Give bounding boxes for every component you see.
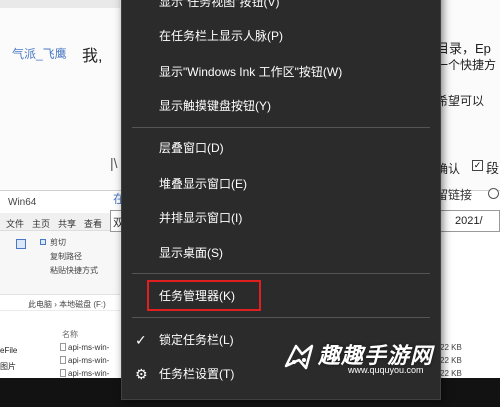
paragraph-checkbox[interactable]: ✓ (472, 160, 483, 171)
menu-separator (132, 127, 430, 128)
editor-cursor-text: |\ (110, 155, 118, 171)
menu-item-cascade-windows[interactable]: 层叠窗口(D) (122, 135, 440, 161)
menu-separator (132, 317, 430, 318)
file-icon (60, 343, 66, 351)
menu-item-label: 层叠窗口(D) (159, 141, 224, 155)
explorer-tab-home[interactable]: 主页 (32, 217, 50, 230)
address-this-pc[interactable]: 此电脑 (28, 300, 52, 309)
menu-item-label: 显示桌面(S) (159, 246, 223, 260)
file-icon (60, 356, 66, 364)
menu-item-show-ink-workspace[interactable]: 显示"Windows Ink 工作区"按钮(W) (122, 59, 440, 85)
explorer-tab-share[interactable]: 共享 (58, 217, 76, 230)
explorer-address-bar[interactable]: 此电脑 › 本地磁盘 (F:) (0, 297, 120, 311)
cut-icon[interactable] (40, 239, 46, 245)
file-row[interactable]: api-ms-win- (68, 343, 109, 352)
page-top-bar (0, 0, 120, 8)
menu-separator (132, 273, 430, 274)
sidebar-item[interactable]: 图片 (0, 361, 16, 372)
menu-item-label: 并排显示窗口(I) (159, 211, 243, 225)
file-size: 22 KB (440, 343, 462, 352)
address-drive[interactable]: 本地磁盘 (F:) (59, 300, 106, 309)
gear-icon: ⚙ (135, 366, 148, 382)
explorer-tab-view[interactable]: 查看 (84, 217, 102, 230)
forum-post-text-right-3: 希望可以 (436, 94, 485, 108)
column-header-name[interactable]: 名称 (62, 329, 78, 340)
forum-username-link[interactable]: 气派_飞鹰 (12, 45, 67, 62)
forum-post-text-right-2: 一个快捷方 (436, 58, 497, 72)
sidebar-item[interactable]: eFile (0, 346, 17, 355)
file-size: 22 KB (440, 369, 462, 378)
file-row[interactable]: api-ms-win- (68, 356, 109, 365)
paste-icon[interactable] (16, 239, 26, 249)
forum-post-text-right-1: 目录，Ep (436, 41, 491, 56)
menu-item-show-touch-keyboard[interactable]: 显示触摸键盘按钮(Y) (122, 93, 440, 119)
date-input[interactable]: 2021/ (436, 210, 500, 232)
ribbon-cut[interactable]: 剪切 (50, 237, 66, 248)
menu-item-label: 在任务栏上显示人脉(P) (159, 29, 283, 43)
menu-item-label: 显示"任务视图"按钮(V) (159, 0, 280, 9)
menu-item-label: 任务栏设置(T) (159, 367, 235, 381)
file-icon (60, 369, 66, 377)
explorer-ribbon: 剪切 复制路径 粘贴快捷方式 (0, 231, 120, 295)
check-icon: ✓ (135, 332, 147, 348)
forum-post-text: 我, (82, 48, 103, 65)
menu-item-label: 显示触摸键盘按钮(Y) (159, 99, 271, 113)
watermark-logo-icon (284, 344, 314, 370)
menu-item-stack-windows[interactable]: 堆叠显示窗口(E) (122, 171, 440, 197)
menu-item-show-people[interactable]: 在任务栏上显示人脉(P) (122, 23, 440, 49)
file-row[interactable]: api-ms-win- (68, 369, 109, 378)
highlight-box (147, 280, 261, 311)
menu-item-show-desktop[interactable]: 显示桌面(S) (122, 240, 440, 266)
file-size: 22 KB (440, 356, 462, 365)
explorer-tab-file[interactable]: 文件 (6, 217, 24, 230)
watermark-url: www.ququyou.com (348, 365, 424, 375)
menu-item-show-task-view-button[interactable]: 显示"任务视图"按钮(V) (122, 0, 440, 15)
menu-item-label: 显示"Windows Ink 工作区"按钮(W) (159, 65, 343, 79)
menu-item-label: 堆叠显示窗口(E) (159, 177, 247, 191)
option-radio[interactable] (488, 188, 499, 199)
ribbon-paste-shortcut[interactable]: 粘贴快捷方式 (50, 265, 98, 276)
explorer-title: Win64 (8, 197, 37, 208)
menu-item-side-by-side[interactable]: 并排显示窗口(I) (122, 205, 440, 231)
ribbon-copy-path[interactable]: 复制路径 (50, 251, 82, 262)
menu-item-label: 锁定任务栏(L) (159, 333, 234, 347)
keep-link-label: 留链接 (436, 188, 473, 202)
paragraph-label: 段 (486, 161, 500, 176)
